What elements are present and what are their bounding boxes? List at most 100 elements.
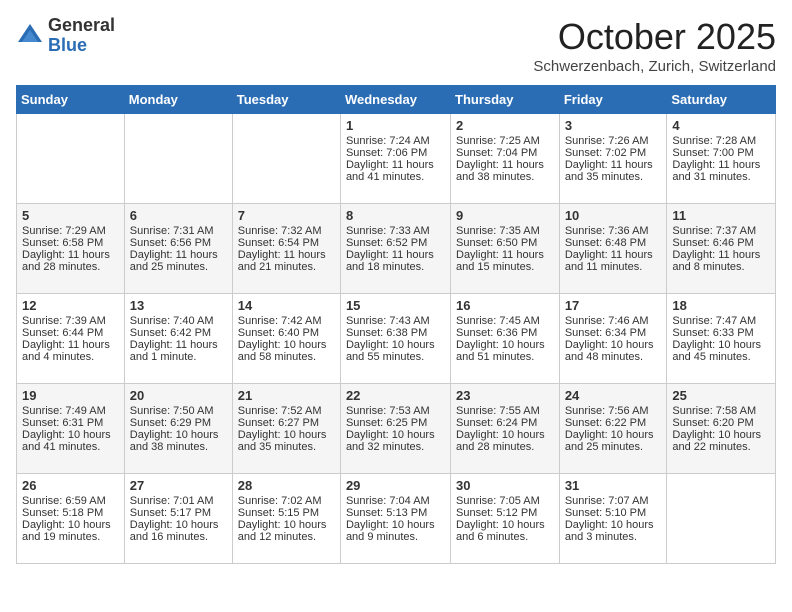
sunset-text: Sunset: 6:24 PM (456, 417, 554, 429)
sunrise-text: Sunrise: 7:31 AM (130, 225, 227, 237)
page-header: General Blue October 2025 Schwerzenbach,… (16, 16, 776, 75)
daylight-text: Daylight: 10 hours (672, 339, 770, 351)
table-row: 24Sunrise: 7:56 AMSunset: 6:22 PMDayligh… (559, 384, 667, 474)
sunset-text: Sunset: 6:54 PM (238, 237, 335, 249)
table-row: 20Sunrise: 7:50 AMSunset: 6:29 PMDayligh… (124, 384, 232, 474)
day-number: 19 (22, 388, 119, 403)
sunset-text: Sunset: 6:56 PM (130, 237, 227, 249)
sunrise-text: Sunrise: 7:07 AM (565, 495, 662, 507)
day-number: 24 (565, 388, 662, 403)
sunrise-text: Sunrise: 7:47 AM (672, 315, 770, 327)
daylight-text: and 32 minutes. (346, 441, 445, 453)
col-thursday: Thursday (451, 86, 560, 114)
daylight-text: and 38 minutes. (456, 171, 554, 183)
table-row: 23Sunrise: 7:55 AMSunset: 6:24 PMDayligh… (451, 384, 560, 474)
sunrise-text: Sunrise: 7:26 AM (565, 135, 662, 147)
daylight-text: and 58 minutes. (238, 351, 335, 363)
day-number: 31 (565, 478, 662, 493)
logo-icon (16, 22, 44, 50)
sunrise-text: Sunrise: 7:39 AM (22, 315, 119, 327)
sunset-text: Sunset: 7:02 PM (565, 147, 662, 159)
day-number: 15 (346, 298, 445, 313)
table-row: 16Sunrise: 7:45 AMSunset: 6:36 PMDayligh… (451, 294, 560, 384)
daylight-text: Daylight: 11 hours (130, 339, 227, 351)
daylight-text: and 41 minutes. (346, 171, 445, 183)
daylight-text: and 25 minutes. (565, 441, 662, 453)
daylight-text: and 41 minutes. (22, 441, 119, 453)
daylight-text: Daylight: 11 hours (456, 159, 554, 171)
sunrise-text: Sunrise: 7:36 AM (565, 225, 662, 237)
sunset-text: Sunset: 6:48 PM (565, 237, 662, 249)
sunrise-text: Sunrise: 7:29 AM (22, 225, 119, 237)
daylight-text: Daylight: 11 hours (672, 249, 770, 261)
table-row: 13Sunrise: 7:40 AMSunset: 6:42 PMDayligh… (124, 294, 232, 384)
daylight-text: and 4 minutes. (22, 351, 119, 363)
sunrise-text: Sunrise: 6:59 AM (22, 495, 119, 507)
calendar-week-row: 19 Sunrise: 7:49 AMSunset: 6:31 PM Dayligh… (17, 384, 776, 474)
daylight-text: Daylight: 10 hours (672, 429, 770, 441)
daylight-text: Daylight: 10 hours (346, 519, 445, 531)
sunset-text: Sunset: 7:04 PM (456, 147, 554, 159)
daylight-text: Daylight: 10 hours (346, 339, 445, 351)
calendar-header: Sunday Monday Tuesday Wednesday Thursday… (17, 86, 776, 114)
daylight-text: and 1 minute. (130, 351, 227, 363)
sunrise-text: Sunrise: 7:28 AM (672, 135, 770, 147)
col-monday: Monday (124, 86, 232, 114)
daylight-text: Daylight: 10 hours (456, 339, 554, 351)
table-row: 6Sunrise: 7:31 AMSunset: 6:56 PMDaylight… (124, 204, 232, 294)
sunset-text: Sunset: 6:22 PM (565, 417, 662, 429)
sunset-text: Sunset: 6:29 PM (130, 417, 227, 429)
day-number: 29 (346, 478, 445, 493)
sunrise-text: Sunrise: 7:50 AM (130, 405, 227, 417)
day-number: 18 (672, 298, 770, 313)
sunrise-text: Sunrise: 7:25 AM (456, 135, 554, 147)
daylight-text: Daylight: 11 hours (346, 159, 445, 171)
logo: General Blue (16, 16, 115, 56)
table-row: 1Sunrise: 7:24 AMSunset: 7:06 PMDaylight… (340, 114, 450, 204)
daylight-text: and 6 minutes. (456, 531, 554, 543)
day-number: 11 (672, 208, 770, 223)
sunset-text: Sunset: 6:44 PM (22, 327, 119, 339)
sunrise-text: Sunrise: 7:40 AM (130, 315, 227, 327)
sunrise-text: Sunrise: 7:43 AM (346, 315, 445, 327)
sunset-text: Sunset: 7:06 PM (346, 147, 445, 159)
sunset-text: Sunset: 5:18 PM (22, 507, 119, 519)
sunset-text: Sunset: 6:31 PM (22, 417, 119, 429)
day-number: 22 (346, 388, 445, 403)
table-row: 18Sunrise: 7:47 AMSunset: 6:33 PMDayligh… (667, 294, 776, 384)
table-row: 19Sunrise: 7:49 AMSunset: 6:31 PMDayligh… (17, 384, 125, 474)
daylight-text: and 55 minutes. (346, 351, 445, 363)
daylight-text: and 28 minutes. (22, 261, 119, 273)
col-sunday: Sunday (17, 86, 125, 114)
day-number: 13 (130, 298, 227, 313)
daylight-text: and 35 minutes. (565, 171, 662, 183)
calendar-week-row: 1Sunrise: 7:24 AMSunset: 7:06 PMDaylight… (17, 114, 776, 204)
daylight-text: Daylight: 11 hours (22, 249, 119, 261)
sunset-text: Sunset: 5:10 PM (565, 507, 662, 519)
daylight-text: Daylight: 10 hours (565, 339, 662, 351)
col-wednesday: Wednesday (340, 86, 450, 114)
sunset-text: Sunset: 6:40 PM (238, 327, 335, 339)
sunset-text: Sunset: 6:38 PM (346, 327, 445, 339)
day-number: 14 (238, 298, 335, 313)
daylight-text: and 31 minutes. (672, 171, 770, 183)
day-number: 7 (238, 208, 335, 223)
daylight-text: and 48 minutes. (565, 351, 662, 363)
sunset-text: Sunset: 5:15 PM (238, 507, 335, 519)
daylight-text: Daylight: 10 hours (456, 519, 554, 531)
logo-text: General Blue (48, 16, 115, 56)
daylight-text: and 16 minutes. (130, 531, 227, 543)
table-row: 4Sunrise: 7:28 AMSunset: 7:00 PMDaylight… (667, 114, 776, 204)
calendar-table: Sunday Monday Tuesday Wednesday Thursday… (16, 85, 776, 564)
daylight-text: Daylight: 10 hours (238, 519, 335, 531)
table-row: 27Sunrise: 7:01 AMSunset: 5:17 PMDayligh… (124, 474, 232, 564)
calendar-body: 1Sunrise: 7:24 AMSunset: 7:06 PMDaylight… (17, 114, 776, 564)
day-number: 2 (456, 118, 554, 133)
table-row: 10Sunrise: 7:36 AMSunset: 6:48 PMDayligh… (559, 204, 667, 294)
day-number: 1 (346, 118, 445, 133)
day-number: 17 (565, 298, 662, 313)
table-row: 17Sunrise: 7:46 AMSunset: 6:34 PMDayligh… (559, 294, 667, 384)
daylight-text: Daylight: 11 hours (672, 159, 770, 171)
sunrise-text: Sunrise: 7:49 AM (22, 405, 119, 417)
sunset-text: Sunset: 6:58 PM (22, 237, 119, 249)
